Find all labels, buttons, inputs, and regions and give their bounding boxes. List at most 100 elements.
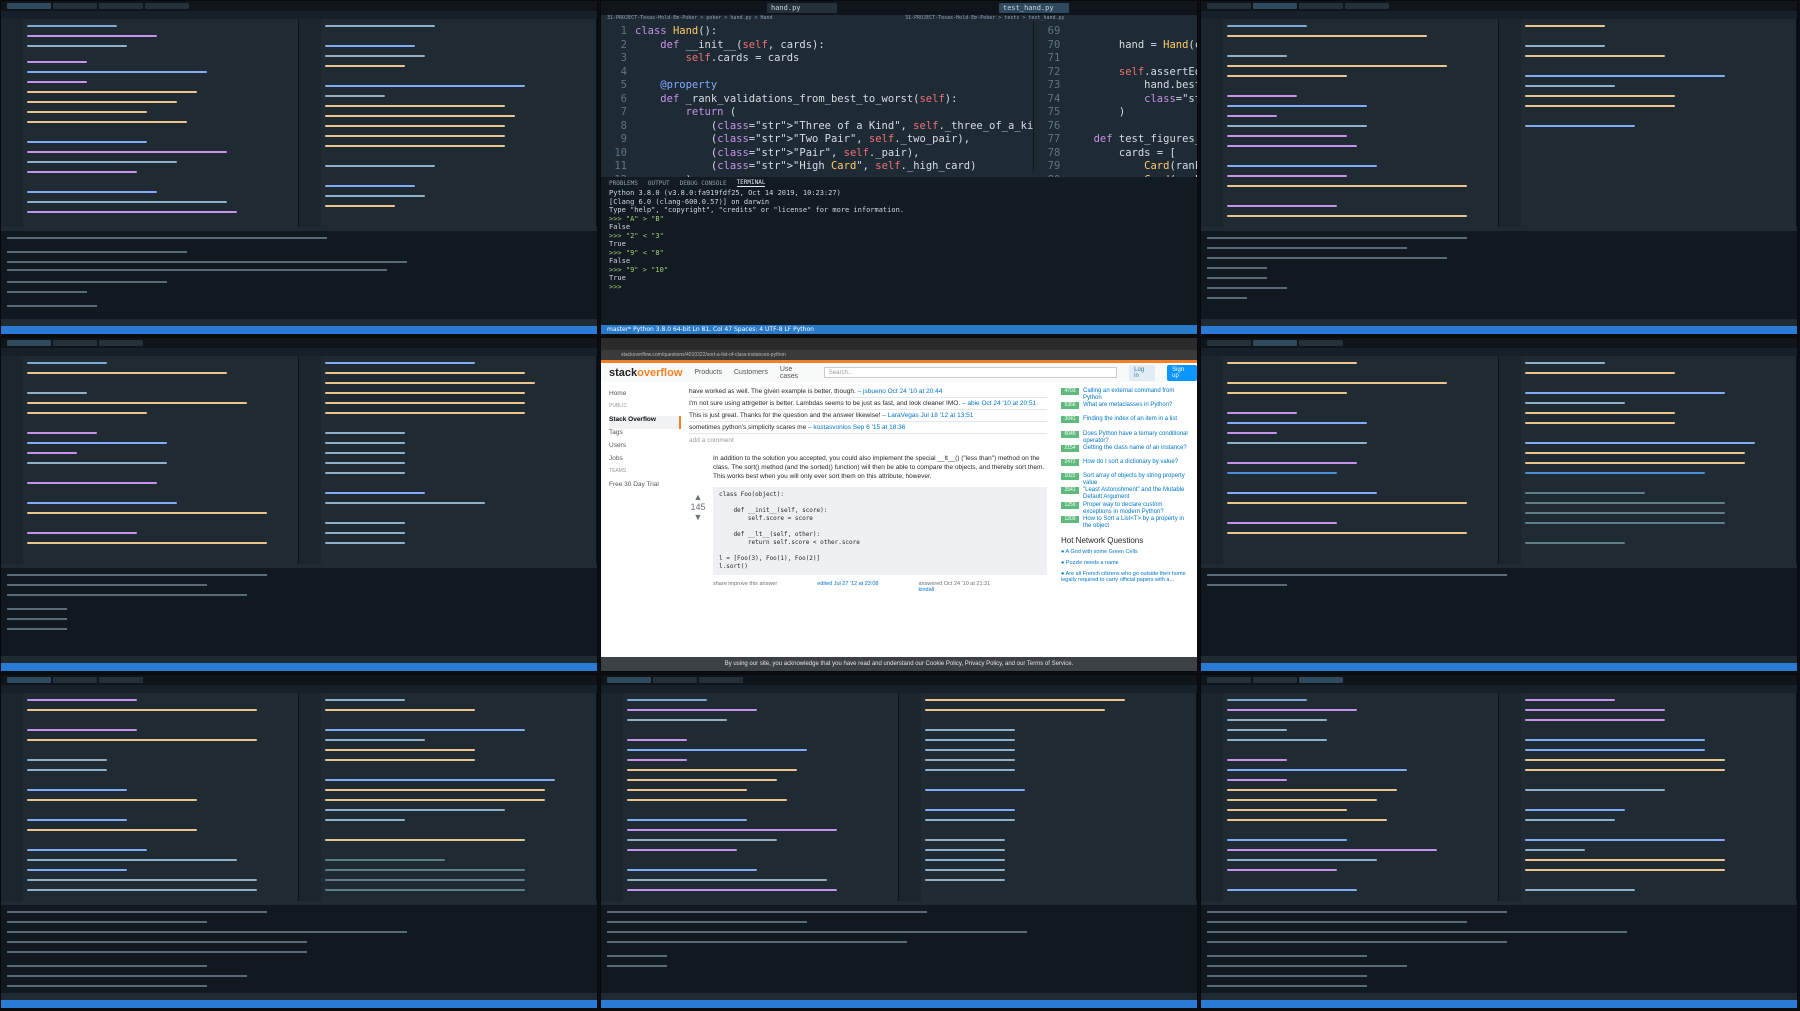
related-question-title[interactable]: Does Python have a ternary conditional o…	[1083, 431, 1191, 445]
code-line[interactable]: 9 (class="str">"Two Pair", self._two_pai…	[601, 133, 1033, 147]
terminal-tab-problems[interactable]: PROBLEMS	[609, 180, 638, 187]
terminal-tab-output[interactable]: OUTPUT	[648, 180, 670, 187]
nav-customers[interactable]: Customers	[734, 369, 768, 376]
code-line[interactable]: 1 class Hand():	[601, 25, 1033, 39]
related-question[interactable]: 2154 Getting the class name of an instanc…	[1061, 444, 1191, 459]
related-score-badge: 1022	[1061, 473, 1079, 481]
question-main: have worked as well. The given example i…	[681, 382, 1055, 657]
login-button[interactable]: Log in	[1129, 364, 1156, 381]
sidebar-stackoverflow[interactable]: Stack Overflow	[609, 416, 681, 429]
hot-network-question[interactable]: ● Puzzle needs a name	[1061, 560, 1191, 571]
related-question-title[interactable]: Calling an external command from Python	[1083, 388, 1191, 402]
comment: I'm not sure using attrgetter is better.…	[689, 398, 1047, 410]
comment-user-link[interactable]: – abie Oct 24 '10 at 20:51	[962, 400, 1036, 407]
code-line[interactable]: 11 (class="str">"High Card", self._high_…	[601, 160, 1033, 174]
code-line[interactable]: 78 cards = [	[1034, 147, 1197, 161]
tab-hand-py[interactable]: hand.py	[767, 3, 837, 13]
related-question[interactable]: 4703 Calling an external command from Pyt…	[1061, 388, 1191, 402]
code-line[interactable]: 74 class="str">"Three of a Kind"	[1034, 93, 1197, 107]
sidebar-users[interactable]: Users	[609, 442, 681, 455]
related-question[interactable]: 2541 "Least Astonishment" and the Mutable…	[1061, 487, 1191, 501]
related-score-badge: 5366	[1061, 402, 1079, 410]
related-question-title[interactable]: Sort array of objects by string property…	[1083, 473, 1191, 487]
sidebar-free-trial[interactable]: Free 30 Day Trial	[609, 481, 681, 494]
editor-thumbnail-8	[600, 674, 1198, 1009]
code-line[interactable]: 4	[601, 66, 1033, 80]
code-line[interactable]: 75 )	[1034, 106, 1197, 120]
search-input[interactable]: Search...	[823, 367, 1118, 378]
share-link[interactable]: share improve this answer	[713, 581, 777, 593]
code-line[interactable]: 10 (class="str">"Pair", self._pair),	[601, 147, 1033, 161]
code-line[interactable]: 69	[1034, 25, 1197, 39]
signup-button[interactable]: Sign up	[1167, 364, 1197, 381]
hot-network-question[interactable]: ● Are all French citizens who go outside…	[1061, 571, 1191, 582]
related-question[interactable]: 1022 Sort array of objects by string prop…	[1061, 473, 1191, 487]
code-line[interactable]: 76	[1034, 120, 1197, 134]
line-number: 8	[620, 119, 627, 132]
code-line[interactable]: 5 @property	[601, 79, 1033, 93]
related-score-badge: 2154	[1061, 444, 1079, 452]
related-question-title[interactable]: How to Sort a List<T> by a property in t…	[1083, 516, 1191, 530]
line-number: 73	[1047, 79, 1061, 91]
terminal-line: >>> "2" < "3"	[609, 231, 664, 240]
answer-body: In addition to the solution you accepted…	[713, 455, 1045, 480]
editor-thumbnail-7	[0, 674, 598, 1009]
related-question[interactable]: 1259 Proper way to declare custom excepti…	[1061, 501, 1191, 516]
code-line[interactable]: 70 hand = Hand(cards = cards)	[1034, 38, 1197, 53]
code-line[interactable]: 7 return (	[601, 106, 1033, 120]
terminal-line: Python 3.8.0 (v3.8.0:fa919fdf25, Oct 14 …	[609, 189, 841, 197]
related-question-title[interactable]: How do I sort a dictionary by value?	[1083, 459, 1178, 466]
code-line[interactable]: 73 hand.best_rank(),	[1034, 79, 1197, 93]
code-line[interactable]: 77 def test_figures_out_straight_is_best…	[1034, 133, 1197, 147]
comment-user-link[interactable]: – kostasvonios Sep 6 '15 at 18:36	[808, 424, 905, 431]
hot-network-question[interactable]: ● A Grid with some Green Cells	[1061, 549, 1191, 560]
sidebar-tags[interactable]: Tags	[609, 429, 681, 442]
code-text: Card(rank = class="str">"6", suit = clas…	[1144, 160, 1198, 172]
related-question[interactable]: 2472 How do I sort a dictionary by value?	[1061, 458, 1191, 473]
related-question-title[interactable]: Getting the class name of an instance?	[1083, 445, 1187, 452]
nav-products[interactable]: Products	[694, 369, 722, 376]
related-question[interactable]: 3041 Finding the index of an item in a li…	[1061, 416, 1191, 430]
related-question-title[interactable]: Proper way to declare custom exceptions …	[1083, 502, 1191, 516]
related-question-title[interactable]: What are metaclasses in Python?	[1083, 402, 1172, 409]
code-text: hand = Hand(cards = cards)	[1068, 38, 1197, 51]
code-line[interactable]: 71	[1034, 52, 1197, 66]
code-line[interactable]: 79 Card(rank = class="str">"6", suit = c…	[1034, 160, 1198, 174]
browser-chrome	[601, 338, 1197, 350]
sidebar-home[interactable]: Home	[609, 390, 681, 403]
related-question-title[interactable]: Finding the index of an item in a list	[1083, 416, 1177, 423]
stackoverflow-logo[interactable]: stackoverflow	[609, 367, 682, 379]
comment-user-link[interactable]: – LaraVegas Jul 18 '12 at 13:51	[882, 412, 973, 419]
address-bar[interactable]: stackoverflow.com/questions/4010322/sort…	[601, 350, 1197, 360]
code-line[interactable]: 3 self.cards = cards	[601, 52, 1033, 66]
code-line[interactable]: 72 self.assertEqual(	[1034, 66, 1197, 80]
terminal-line: >>> "9" < "8"	[609, 248, 664, 257]
edited-info[interactable]: edited Jul 27 '12 at 23:08	[817, 581, 878, 593]
hot-network-list: ● A Grid with some Green Cells ● Puzzle n…	[1061, 549, 1191, 582]
related-question[interactable]: 1209 How to Sort a List<T> by a property …	[1061, 515, 1191, 530]
terminal-line: >>> "9" > "10"	[609, 265, 669, 274]
nav-use-cases[interactable]: Use cases	[780, 366, 812, 380]
editor-thumbnail-1	[0, 0, 598, 335]
related-question[interactable]: 5366 What are metaclasses in Python?	[1061, 402, 1191, 416]
downvote-icon[interactable]: ▼	[689, 512, 707, 522]
related-question-title[interactable]: "Least Astonishment" and the Mutable Def…	[1083, 487, 1191, 501]
sidebar-jobs[interactable]: Jobs	[609, 455, 681, 468]
code-text: def __init__(self, cards):	[660, 38, 825, 51]
line-number: 71	[1047, 52, 1061, 64]
add-comment-link[interactable]: add a comment	[689, 437, 1047, 444]
code-line[interactable]: 6 def _rank_validations_from_best_to_wor…	[601, 93, 1033, 107]
related-question[interactable]: 6045 Does Python have a ternary condition…	[1061, 430, 1191, 445]
code-line[interactable]: 8 (class="str">"Three of a Kind", self._…	[601, 119, 1034, 134]
vote-cell: ▲ 145 ▼	[689, 492, 707, 522]
terminal-tab-terminal[interactable]: TERMINAL	[736, 179, 766, 187]
tab-test-hand-py[interactable]: test_hand.py	[999, 3, 1069, 13]
upvote-icon[interactable]: ▲	[689, 492, 707, 502]
terminal-tab-debug-console[interactable]: DEBUG CONSOLE	[680, 180, 727, 187]
line-number: 77	[1047, 133, 1061, 145]
comment-user-link[interactable]: – jsbueno Oct 24 '10 at 20:44	[858, 388, 943, 395]
code-text: @property	[660, 79, 718, 91]
related-score-badge: 4703	[1061, 388, 1079, 395]
related-score-badge: 6045	[1061, 430, 1079, 438]
code-line[interactable]: 2 def __init__(self, cards):	[601, 39, 1033, 53]
